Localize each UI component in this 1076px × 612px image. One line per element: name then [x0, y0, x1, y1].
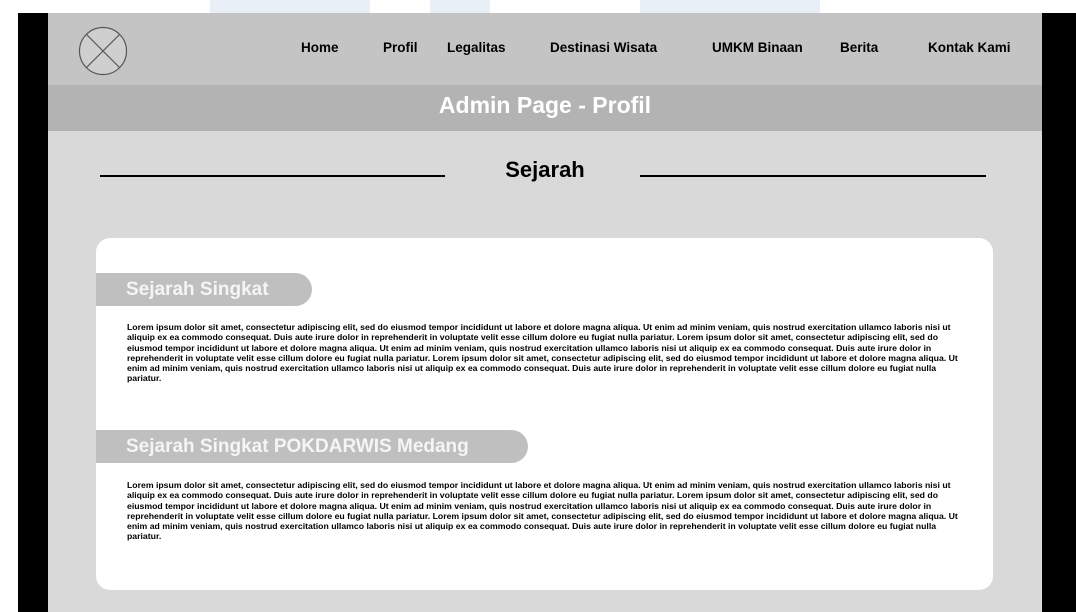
nav-link-home[interactable]: Home [301, 40, 339, 55]
block-text-sejarah-pokdarwis: Lorem ipsum dolor sit amet, consectetur … [127, 480, 958, 542]
watermark-shape [430, 0, 490, 14]
navbar: Home Profil Legalitas Destinasi Wisata U… [48, 13, 1042, 85]
block-text-sejarah-singkat: Lorem ipsum dolor sit amet, consectetur … [127, 322, 958, 384]
admin-page-title: Admin Page - Profil [438, 92, 652, 118]
nav-link-berita[interactable]: Berita [840, 40, 878, 55]
block-title-sejarah-pokdarwis: Sejarah Singkat POKDARWIS Medang [96, 430, 528, 463]
nav-link-legalitas[interactable]: Legalitas [447, 40, 506, 55]
section-heading: Sejarah [505, 157, 585, 182]
admin-profile-page: Home Profil Legalitas Destinasi Wisata U… [48, 13, 1042, 612]
nav-link-umkm-binaan[interactable]: UMKM Binaan [712, 40, 803, 55]
nav-link-kontak-kami[interactable]: Kontak Kami [928, 40, 1011, 55]
nav-link-profil[interactable]: Profil [383, 40, 418, 55]
section-divider-right [640, 175, 986, 177]
block-title-sejarah-singkat: Sejarah Singkat [96, 273, 312, 306]
image-placeholder-icon[interactable] [78, 26, 128, 76]
admin-page-bar: Admin Page - Profil [48, 85, 1042, 131]
content-card: Sejarah Singkat Lorem ipsum dolor sit am… [96, 238, 993, 590]
nav-link-destinasi-wisata[interactable]: Destinasi Wisata [550, 40, 657, 55]
